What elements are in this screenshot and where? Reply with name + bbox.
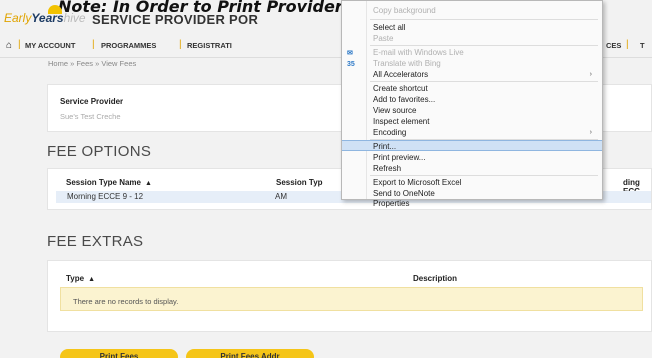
menu-item-refresh[interactable]: Refresh [342,163,602,174]
logo-sun-icon [48,5,62,14]
fee-options-heading: FEE OPTIONS [47,143,152,160]
print-fees-button[interactable]: Print Fees [60,349,178,358]
menu-item-add-to-favorites[interactable]: Add to favorites... [342,94,602,105]
menu-item-inspect-element[interactable]: Inspect element [342,116,602,127]
menu-item-email-windows-live[interactable]: ✉ E-mail with Windows Live [342,47,602,58]
fee-extras-table: Type ▲ Description There are no records t… [47,260,652,332]
nav-item-more[interactable]: T [640,41,645,50]
column-header-label: Type [66,274,85,283]
menu-item-label: Encoding [373,128,407,137]
menu-separator [370,175,598,176]
logo-text-early: Early [4,11,32,25]
cell-session-name: Morning ECCE 9 - 12 [67,192,144,201]
column-header-session-type[interactable]: Session Typ [276,178,323,187]
nav-item-programmes[interactable]: PROGRAMMES [101,41,156,50]
logo-text-hive: hive [63,11,86,25]
menu-item-label: Properties [373,199,410,208]
menu-separator [370,81,598,82]
menu-item-print[interactable]: Print... [342,140,602,151]
sort-asc-icon: ▲ [145,180,152,187]
menu-item-translate-bing[interactable]: 35 Translate with Bing [342,58,602,69]
nav-item-services[interactable]: CES [606,41,621,50]
cell-session-type: AM [275,192,287,201]
menu-item-export-excel[interactable]: Export to Microsoft Excel [342,177,602,188]
menu-item-print-preview[interactable]: Print preview... [342,152,602,163]
menu-separator [370,45,598,46]
menu-item-label: E-mail with Windows Live [373,48,464,57]
print-fees-address-button[interactable]: Print Fees Addr [186,349,314,358]
chevron-right-icon: › [589,71,592,78]
menu-item-create-shortcut[interactable]: Create shortcut [342,83,602,94]
menu-item-all-accelerators[interactable]: All Accelerators › [342,69,602,80]
nav-separator: | [18,39,21,50]
breadcrumb[interactable]: Home » Fees » View Fees [48,59,136,68]
menu-item-encoding[interactable]: Encoding › [342,127,602,138]
nav-item-registration[interactable]: REGISTRATI [187,41,232,50]
menu-item-label: Translate with Bing [373,59,441,68]
menu-item-label: All Accelerators [373,70,429,79]
fee-extras-heading: FEE EXTRAS [47,233,144,250]
chevron-right-icon: › [589,129,592,136]
sort-asc-icon: ▲ [88,276,96,283]
menu-item-select-all[interactable]: Select all [342,22,602,33]
logo[interactable]: EarlyYearshive [4,11,86,25]
nav-separator: | [626,39,629,50]
menu-item-view-source[interactable]: View source [342,105,602,116]
context-menu: Copy background Select all Paste ✉ E-mai… [341,0,603,208]
nav-item-my-account[interactable]: MY ACCOUNT [25,41,75,50]
column-header-description[interactable]: Description [413,274,457,283]
nav-separator: | [92,39,95,50]
column-header-type[interactable]: Type ▲ [66,274,95,283]
empty-records-message: There are no records to display. [73,297,179,306]
menu-item-paste[interactable]: Paste [342,33,602,44]
portal-title: SERVICE PROVIDER POR [92,12,259,27]
column-header-label: Session Type Name [66,178,141,187]
service-provider-label: Service Provider [60,97,124,106]
menu-item-copy-background[interactable]: Copy background [342,5,602,16]
nav-separator: | [179,39,182,50]
column-header-session-type-name[interactable]: Session Type Name ▲ [66,178,152,187]
empty-records-row: There are no records to display. [60,287,643,311]
service-provider-value: Sue's Test Creche [60,112,121,121]
menu-separator [370,19,598,20]
home-icon[interactable]: ⌂ [6,40,12,51]
